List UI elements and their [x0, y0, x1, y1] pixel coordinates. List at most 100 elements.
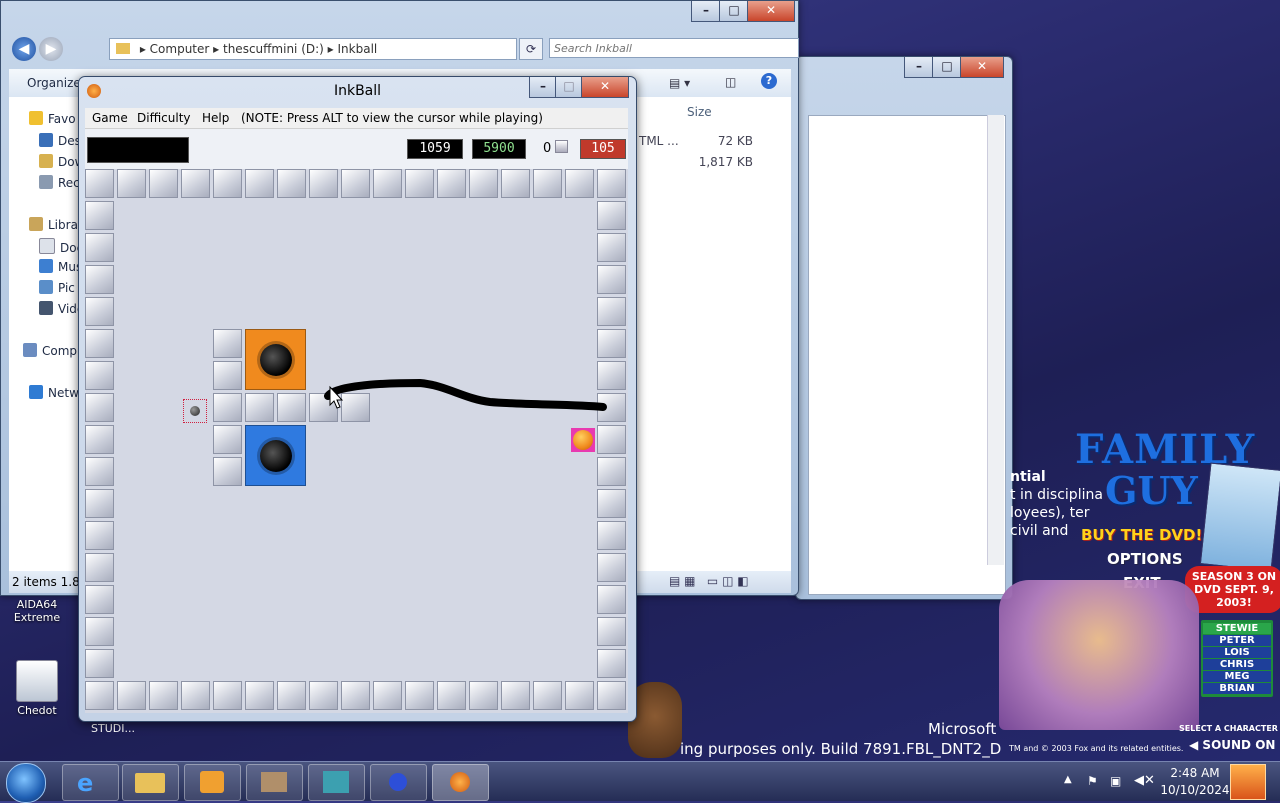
action-center-icon[interactable]: ⚑	[1087, 774, 1098, 788]
close-button[interactable]: ✕	[960, 57, 1004, 78]
back-button[interactable]: ◀	[12, 37, 36, 61]
wall-tile	[245, 169, 274, 198]
forward-button[interactable]: ▶	[39, 37, 63, 61]
fg-copyright: TM and © 2003 Fox and its related entiti…	[1009, 744, 1184, 753]
nav-computer[interactable]: Comp	[23, 343, 77, 358]
wall-tile	[85, 681, 114, 710]
taskbar-inkball[interactable]	[432, 764, 489, 801]
breadcrumb-drive[interactable]: thescuffmini (D:)	[223, 42, 324, 56]
wall-tile	[117, 169, 146, 198]
nav-favorites[interactable]: Favo	[29, 111, 76, 126]
wall-tile	[373, 169, 402, 198]
spawn-point	[183, 399, 207, 423]
file-name[interactable]: TML ...	[639, 134, 679, 148]
fg-season-badge: SEASON 3 ON DVD SEPT. 9, 2003!	[1185, 566, 1280, 613]
ie-icon: e	[77, 769, 94, 797]
close-button[interactable]: ✕	[747, 1, 795, 22]
fg-character-item[interactable]: CHRIS	[1203, 659, 1271, 670]
minimize-button[interactable]: –	[904, 57, 934, 78]
start-button[interactable]	[6, 763, 46, 803]
minimize-button[interactable]: –	[691, 1, 721, 22]
fg-options-button[interactable]: OPTIONS	[1107, 550, 1183, 568]
volume-icon[interactable]: ◀✕	[1134, 773, 1155, 788]
game-board[interactable]	[85, 169, 628, 713]
counter-display: 105	[580, 139, 626, 159]
wall-tile	[181, 169, 210, 198]
maximize-button[interactable]: □	[719, 1, 749, 22]
inkball-window[interactable]: InkBall – □ ✕ Game Difficulty Help (NOTE…	[78, 76, 637, 722]
watermark-line2: ing purposes only. Build 7891.FBL_DNT2_D	[680, 740, 1002, 758]
wall-tile	[85, 649, 114, 678]
search-input[interactable]	[549, 38, 799, 58]
breadcrumb-computer[interactable]: Computer	[150, 42, 210, 56]
close-button[interactable]: ✕	[581, 77, 629, 98]
familyguy-widget[interactable]: FAMILY GUY BUY THE DVD! OPTIONS EXIT SEA…	[995, 420, 1280, 760]
ball-slot-icon	[555, 140, 569, 153]
organize-menu[interactable]: Organize	[27, 76, 81, 90]
nav-documents[interactable]: Doc	[39, 238, 83, 255]
desktop-icon-aida64[interactable]: AIDA64 Extreme	[4, 598, 70, 624]
clock-date[interactable]: 10/10/2024	[1160, 783, 1230, 797]
maximize-button[interactable]: □	[555, 77, 583, 98]
wall-tile	[469, 681, 498, 710]
fg-character-item[interactable]: STEWIE	[1203, 623, 1271, 634]
nav-desktop[interactable]: Des	[39, 133, 81, 148]
nav-pictures[interactable]: Pic	[39, 280, 75, 295]
status-text: 2 items 1.84	[12, 575, 88, 589]
show-desktop-button[interactable]	[1230, 764, 1266, 800]
maximize-button[interactable]: □	[932, 57, 962, 78]
views-icon[interactable]: ▤ ▾	[669, 76, 690, 90]
nav-recent[interactable]: Rec	[39, 175, 80, 190]
star-icon	[29, 111, 43, 125]
orange-ball	[571, 428, 595, 452]
wall-tile	[85, 265, 114, 294]
tray-expand-icon[interactable]: ▲	[1064, 774, 1072, 785]
clock-time[interactable]: 2:48 AM	[1160, 766, 1230, 780]
fg-character-item[interactable]: LOIS	[1203, 647, 1271, 658]
fg-buy-button[interactable]: BUY THE DVD!	[1081, 526, 1202, 544]
taskbar: e ▲ ⚑ ▣ ◀✕ 2:48 AM 10/10/2024	[0, 761, 1280, 803]
taskbar-media[interactable]	[184, 764, 241, 801]
taskbar-explorer[interactable]	[122, 764, 179, 801]
refresh-button[interactable]: ⟳	[519, 38, 543, 60]
fg-sound-toggle[interactable]: ◀ SOUND ON	[1189, 738, 1275, 752]
menu-bar: Game Difficulty Help (NOTE: Press ALT to…	[85, 108, 628, 129]
wall-tile	[85, 361, 114, 390]
wall-tile	[181, 681, 210, 710]
wall-tile	[85, 393, 114, 422]
background-window[interactable]: – □ ✕	[795, 56, 1013, 600]
wall-tile	[597, 297, 626, 326]
breadcrumb-folder[interactable]: Inkball	[338, 42, 378, 56]
nav-network[interactable]: Netw	[29, 385, 79, 400]
taskbar-app1[interactable]	[246, 764, 303, 801]
address-bar[interactable]: ▸ Computer ▸ thescuffmini (D:) ▸ Inkball	[109, 38, 517, 60]
network-icon[interactable]: ▣	[1110, 774, 1121, 788]
fg-character-item[interactable]: BRIAN	[1203, 683, 1271, 694]
minimize-button[interactable]: –	[529, 77, 557, 98]
preview-pane-icon[interactable]: ◫	[725, 75, 736, 89]
wall-tile	[597, 393, 626, 422]
marble-icon	[389, 773, 407, 791]
desktop-icon-chedot[interactable]: Chedot	[4, 660, 70, 717]
wall-tile	[341, 393, 370, 422]
menu-game[interactable]: Game	[92, 111, 128, 125]
fg-dvd-box	[1199, 462, 1280, 572]
navigation-pane: Favo Des Dow Rec Libra Doc Mus Pic Vide …	[9, 97, 87, 571]
menu-help[interactable]: Help	[202, 111, 229, 125]
score-display: 5900	[472, 139, 526, 159]
wall-tile	[597, 265, 626, 294]
wall-tile	[597, 585, 626, 614]
taskbar-app2[interactable]	[308, 764, 365, 801]
menu-difficulty[interactable]: Difficulty	[137, 111, 191, 125]
fg-character-item[interactable]: PETER	[1203, 635, 1271, 646]
help-icon[interactable]: ?	[761, 73, 777, 89]
fg-character-item[interactable]: MEG	[1203, 671, 1271, 682]
nav-libraries[interactable]: Libra	[29, 217, 78, 232]
blue-hole	[245, 425, 306, 486]
taskbar-ie[interactable]: e	[62, 764, 119, 801]
column-header-size[interactable]: Size	[687, 105, 712, 119]
view-buttons[interactable]: ▤ ▦ ▭ ◫ ◧	[669, 574, 749, 588]
taskbar-app3[interactable]	[370, 764, 427, 801]
nav-music[interactable]: Mus	[39, 259, 82, 274]
wall-tile	[85, 585, 114, 614]
